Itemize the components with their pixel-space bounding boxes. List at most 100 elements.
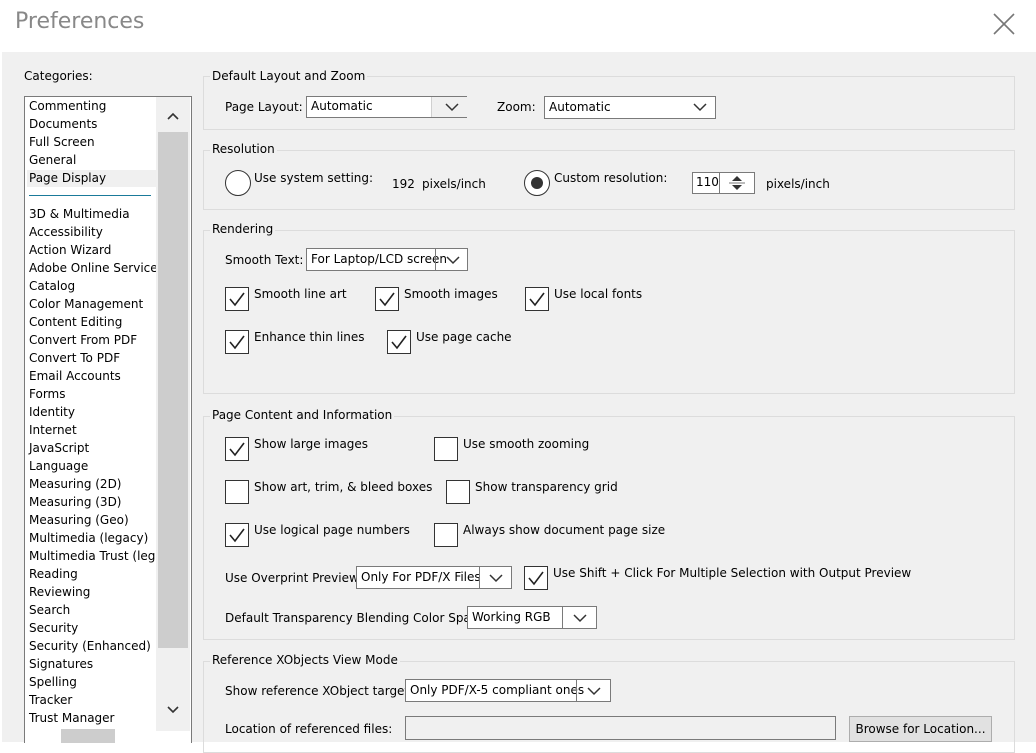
- use-logical-page-numbers-checkbox[interactable]: [225, 523, 249, 547]
- chevron-down-icon: [693, 103, 707, 112]
- show-transparency-grid-checkbox[interactable]: [446, 480, 470, 504]
- category-item[interactable]: Identity: [29, 404, 75, 421]
- category-item-page-display[interactable]: Page Display: [27, 170, 157, 187]
- category-item[interactable]: Signatures: [29, 656, 93, 673]
- overprint-preview-dropdown[interactable]: Only For PDF/X Files: [356, 566, 512, 589]
- category-item-full-screen[interactable]: Full Screen: [29, 134, 95, 151]
- category-item[interactable]: Content Editing: [29, 314, 122, 331]
- category-item[interactable]: Convert To PDF: [29, 350, 120, 367]
- category-item[interactable]: JavaScript: [29, 440, 89, 457]
- always-show-page-size-checkbox[interactable]: [434, 523, 458, 547]
- category-item[interactable]: Multimedia (legacy): [29, 530, 148, 547]
- smooth-text-label: Smooth Text:: [225, 253, 304, 267]
- chevron-down-icon[interactable]: [167, 706, 179, 714]
- category-item[interactable]: Email Accounts: [29, 368, 121, 385]
- xobject-targets-value: Only PDF/X-5 compliant ones: [410, 683, 585, 697]
- xobject-targets-dropdown[interactable]: Only PDF/X-5 compliant ones: [405, 679, 611, 702]
- use-smooth-zooming-checkbox[interactable]: [434, 437, 458, 461]
- zoom-label: Zoom:: [497, 100, 536, 114]
- category-item[interactable]: 3D & Multimedia: [29, 206, 130, 223]
- rendering-title: Rendering: [210, 222, 276, 236]
- category-item-general[interactable]: General: [29, 152, 76, 169]
- category-item[interactable]: Language: [29, 458, 88, 475]
- category-item[interactable]: Security: [29, 620, 78, 637]
- category-item[interactable]: Convert From PDF: [29, 332, 137, 349]
- categories-vertical-scrollbar[interactable]: [156, 97, 190, 731]
- category-item[interactable]: Tracker: [29, 692, 72, 709]
- category-item[interactable]: Adobe Online Services: [29, 260, 164, 277]
- checkmark-icon: [229, 335, 245, 350]
- category-item[interactable]: Measuring (2D): [29, 476, 122, 493]
- category-item-commenting[interactable]: Commenting: [29, 98, 106, 115]
- custom-resolution-radio[interactable]: [524, 170, 550, 196]
- spinner-buttons[interactable]: [719, 172, 755, 194]
- chevron-up-icon[interactable]: [167, 112, 179, 120]
- referenced-files-location-input[interactable]: [405, 716, 836, 740]
- custom-resolution-input[interactable]: 110: [692, 172, 719, 194]
- page-layout-dropdown[interactable]: Automatic: [306, 96, 467, 118]
- smooth-line-art-label: Smooth line art: [254, 287, 347, 301]
- show-art-boxes-label: Show art, trim, & bleed boxes: [254, 480, 433, 494]
- shift-click-checkbox[interactable]: [524, 566, 548, 590]
- overprint-preview-label: Use Overprint Preview:: [225, 571, 363, 585]
- checkmark-icon: [229, 442, 245, 457]
- browse-for-location-button[interactable]: Browse for Location...: [849, 716, 992, 742]
- smooth-text-dropdown[interactable]: For Laptop/LCD screen: [306, 248, 468, 271]
- categories-list[interactable]: Commenting Documents Full Screen General…: [24, 96, 192, 743]
- category-item[interactable]: Measuring (3D): [29, 494, 122, 511]
- custom-resolution-value: 110: [696, 175, 719, 189]
- enhance-thin-lines-label: Enhance thin lines: [254, 330, 365, 344]
- chevron-down-icon: [573, 614, 587, 623]
- chevron-down-icon: [489, 574, 503, 583]
- show-large-images-checkbox[interactable]: [225, 437, 249, 461]
- category-item[interactable]: Security (Enhanced): [29, 638, 151, 655]
- category-item[interactable]: Forms: [29, 386, 65, 403]
- category-item[interactable]: Reviewing: [29, 584, 90, 601]
- category-item[interactable]: Action Wizard: [29, 242, 111, 259]
- system-setting-radio[interactable]: [225, 170, 251, 196]
- use-local-fonts-checkbox[interactable]: [525, 287, 549, 311]
- dropdown-separator: [576, 680, 577, 701]
- category-item[interactable]: Measuring (Geo): [29, 512, 129, 529]
- checkmark-icon: [379, 292, 395, 307]
- category-item[interactable]: Catalog: [29, 278, 75, 295]
- scrollbar-thumb[interactable]: [158, 132, 188, 648]
- page-layout-label: Page Layout:: [225, 100, 303, 114]
- use-page-cache-checkbox[interactable]: [387, 330, 411, 354]
- title-bar: Preferences: [0, 0, 1036, 52]
- dropdown-separator: [435, 249, 436, 270]
- dropdown-separator: [562, 607, 563, 628]
- dropdown-separator: [479, 567, 480, 588]
- spinner-arrows-icon[interactable]: [729, 175, 745, 191]
- use-logical-page-numbers-label: Use logical page numbers: [254, 523, 410, 537]
- custom-resolution-spinner[interactable]: 110: [692, 172, 755, 194]
- zoom-dropdown[interactable]: Automatic: [544, 96, 716, 119]
- use-smooth-zooming-label: Use smooth zooming: [463, 437, 590, 451]
- category-item[interactable]: Multimedia Trust (legac: [29, 548, 169, 565]
- system-setting-label: Use system setting:: [254, 171, 374, 185]
- page-content-title: Page Content and Information: [210, 408, 395, 422]
- smooth-images-checkbox[interactable]: [375, 287, 399, 311]
- category-item[interactable]: Spelling: [29, 674, 77, 691]
- category-item[interactable]: Accessibility: [29, 224, 103, 241]
- checkmark-icon: [229, 292, 245, 307]
- smooth-line-art-checkbox[interactable]: [225, 287, 249, 311]
- show-large-images-label: Show large images: [254, 437, 369, 451]
- xobjects-title: Reference XObjects View Mode: [210, 653, 400, 667]
- category-item[interactable]: Search: [29, 602, 70, 619]
- show-art-boxes-checkbox[interactable]: [225, 480, 249, 504]
- horizontal-scrollbar-thumb[interactable]: [61, 729, 115, 743]
- category-item[interactable]: Trust Manager: [29, 710, 114, 727]
- chevron-down-icon: [587, 687, 601, 696]
- enhance-thin-lines-checkbox[interactable]: [225, 330, 249, 354]
- chevron-down-icon: [446, 256, 460, 265]
- category-item[interactable]: Color Management: [29, 296, 143, 313]
- category-item-documents[interactable]: Documents: [29, 116, 97, 133]
- smooth-images-label: Smooth images: [404, 287, 498, 301]
- close-button[interactable]: [988, 8, 1020, 40]
- category-item[interactable]: Internet: [29, 422, 77, 439]
- custom-resolution-unit: pixels/inch: [766, 177, 830, 191]
- blending-color-space-dropdown[interactable]: Working RGB: [467, 606, 597, 629]
- category-item[interactable]: Reading: [29, 566, 78, 583]
- always-show-page-size-label: Always show document page size: [463, 523, 666, 537]
